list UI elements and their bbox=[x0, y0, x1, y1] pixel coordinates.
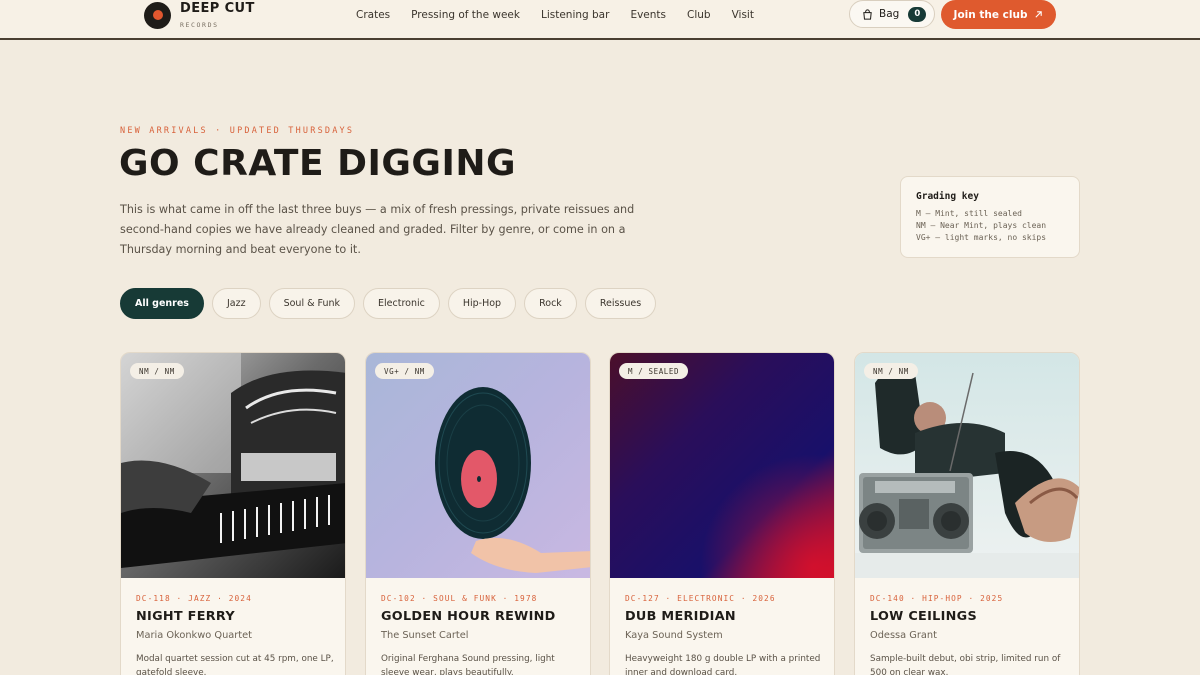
arrow-up-right-icon bbox=[1035, 11, 1043, 18]
filter-jazz[interactable]: Jazz bbox=[211, 288, 261, 319]
record-card[interactable]: VG+ / NM DC-102 · SOUL & FUNK · 1978 GOL… bbox=[365, 352, 591, 675]
card-meta: DC-118 · JAZZ · 2024 bbox=[136, 594, 252, 603]
grading-line-mint: M — Mint, still sealed bbox=[916, 209, 1022, 218]
intro-paragraph: This is what came in off the last three … bbox=[120, 203, 635, 256]
card-title: NIGHT FERRY bbox=[136, 609, 235, 624]
main-nav: Crates Pressing of the week Listening ba… bbox=[356, 9, 754, 21]
bag-icon bbox=[863, 8, 872, 20]
card-title: DUB MERIDIAN bbox=[625, 609, 736, 624]
bag-label: Bag bbox=[879, 8, 900, 20]
card-description: Heavyweight 180 g double LP with a print… bbox=[625, 654, 821, 675]
nav-club[interactable]: Club bbox=[687, 9, 711, 21]
record-card[interactable]: NM / NM DC-118 · JAZZ · 2024 NIGHT FERRY… bbox=[120, 352, 346, 675]
nav-crates[interactable]: Crates bbox=[356, 9, 390, 21]
card-meta: DC-127 · ELECTRONIC · 2026 bbox=[625, 594, 776, 603]
card-title: GOLDEN HOUR REWIND bbox=[381, 609, 556, 624]
card-description: Modal quartet session cut at 45 rpm, one… bbox=[136, 654, 334, 675]
brand-logo[interactable]: DEEP CUT RECORDS bbox=[144, 0, 255, 30]
nav-pressing-of-the-week[interactable]: Pressing of the week bbox=[411, 9, 520, 21]
grading-key-title: Grading key bbox=[916, 191, 979, 202]
filter-all-genres[interactable]: All genres bbox=[120, 288, 204, 319]
grade-badge: M / SEALED bbox=[619, 363, 689, 379]
bag-button[interactable]: Bag 0 bbox=[849, 0, 935, 28]
filter-reissues[interactable]: Reissues bbox=[584, 288, 657, 319]
card-artist: Maria Okonkwo Quartet bbox=[136, 630, 253, 641]
genre-filter-bar: All genres Jazz Soul & Funk Electronic H… bbox=[120, 288, 657, 319]
grade-badge: VG+ / NM bbox=[375, 363, 434, 379]
card-description: Sample-built debut, obi strip, limited r… bbox=[870, 654, 1061, 675]
record-cover-image bbox=[121, 353, 345, 578]
filter-rock[interactable]: Rock bbox=[524, 288, 577, 319]
card-title: LOW CEILINGS bbox=[870, 609, 977, 624]
nav-visit[interactable]: Visit bbox=[732, 9, 754, 21]
site-header: DEEP CUT RECORDS Crates Pressing of the … bbox=[0, 0, 1200, 40]
brand-subtitle: RECORDS bbox=[180, 21, 219, 30]
record-cover-image bbox=[855, 353, 1079, 578]
record-icon bbox=[144, 1, 171, 29]
grading-line-vg-plus: VG+ — light marks, no skips bbox=[916, 233, 1047, 242]
nav-listening-bar[interactable]: Listening bar bbox=[541, 9, 609, 21]
eyebrow-text: NEW ARRIVALS · UPDATED THURSDAYS bbox=[120, 126, 355, 136]
record-cover-image bbox=[366, 353, 590, 578]
record-card[interactable]: M / SEALED DC-127 · ELECTRONIC · 2026 DU… bbox=[609, 352, 835, 675]
join-club-label: Join the club bbox=[953, 8, 1028, 21]
join-club-button[interactable]: Join the club bbox=[941, 0, 1056, 29]
card-artist: Odessa Grant bbox=[870, 630, 937, 641]
filter-soul-funk[interactable]: Soul & Funk bbox=[268, 288, 356, 319]
record-card[interactable]: NM / NM DC-140 · HIP-HOP · 2025 LOW CEIL… bbox=[854, 352, 1080, 675]
card-artist: The Sunset Cartel bbox=[381, 630, 469, 641]
card-description: Original Ferghana Sound pressing, light … bbox=[381, 654, 555, 675]
card-meta: DC-102 · SOUL & FUNK · 1978 bbox=[381, 594, 538, 603]
filter-electronic[interactable]: Electronic bbox=[363, 288, 440, 319]
grading-key-panel: Grading key M — Mint, still sealed NM — … bbox=[900, 176, 1080, 258]
brand-name: DEEP CUT bbox=[180, 1, 255, 17]
page-title: GO CRATE DIGGING bbox=[119, 143, 517, 184]
grading-line-near-mint: NM — Near Mint, plays clean bbox=[916, 221, 1047, 230]
card-meta: DC-140 · HIP-HOP · 2025 bbox=[870, 594, 1004, 603]
nav-events[interactable]: Events bbox=[630, 9, 666, 21]
filter-hip-hop[interactable]: Hip-Hop bbox=[447, 288, 517, 319]
card-artist: Kaya Sound System bbox=[625, 630, 723, 641]
record-cover-image bbox=[610, 353, 834, 578]
grade-badge: NM / NM bbox=[864, 363, 918, 379]
bag-count-badge: 0 bbox=[908, 6, 927, 22]
grade-badge: NM / NM bbox=[130, 363, 184, 379]
